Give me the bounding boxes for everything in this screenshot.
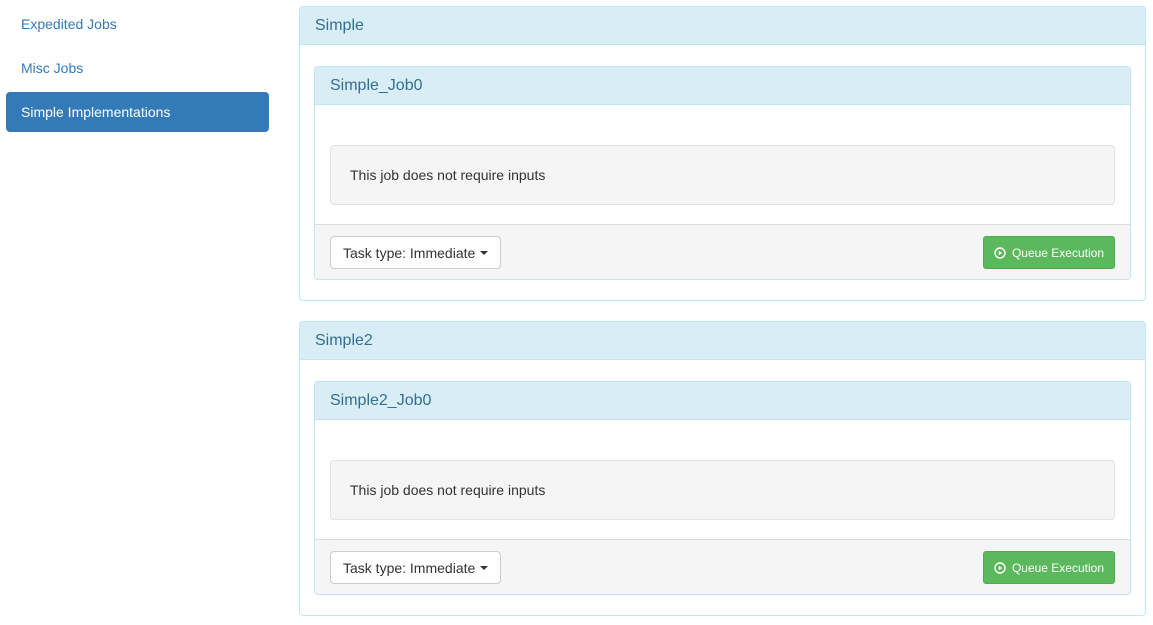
- caret-down-icon: [480, 565, 489, 570]
- task-type-dropdown[interactable]: Task type: Immediate: [330, 236, 502, 269]
- play-circle-icon: [994, 561, 1006, 574]
- queue-execution-label: Queue Execution: [1011, 560, 1104, 575]
- job-title: Simple_Job0: [315, 67, 1130, 105]
- caret-down-icon: [480, 250, 489, 255]
- job-inputs-message: This job does not require inputs: [330, 460, 1115, 520]
- play-circle-icon: [994, 246, 1006, 259]
- task-type-label: Task type: Immediate: [343, 559, 476, 576]
- sidebar-item-expedited-jobs[interactable]: Expedited Jobs: [6, 4, 269, 44]
- job-panel: Simple2_Job0 This job does not require i…: [314, 381, 1131, 595]
- job-group-panel: Simple Simple_Job0 This job does not req…: [299, 6, 1146, 301]
- queue-execution-button[interactable]: Queue Execution: [982, 551, 1115, 584]
- main-content: Simple Simple_Job0 This job does not req…: [299, 6, 1146, 616]
- job-group-title: Simple2: [300, 322, 1145, 360]
- job-group-body: Simple2_Job0 This job does not require i…: [300, 360, 1145, 595]
- task-type-label: Task type: Immediate: [343, 244, 476, 261]
- sidebar-item-misc-jobs[interactable]: Misc Jobs: [6, 48, 269, 88]
- job-panel: Simple_Job0 This job does not require in…: [314, 66, 1131, 280]
- job-group-title: Simple: [300, 7, 1145, 45]
- job-footer: Task type: Immediate Queue Execution: [315, 539, 1130, 594]
- task-type-dropdown[interactable]: Task type: Immediate: [330, 551, 502, 584]
- job-group-panel: Simple2 Simple2_Job0 This job does not r…: [299, 321, 1146, 616]
- job-body: This job does not require inputs: [315, 420, 1130, 540]
- sidebar-nav: Expedited Jobs Misc Jobs Simple Implemen…: [6, 4, 269, 136]
- job-footer: Task type: Immediate Queue Execution: [315, 224, 1130, 279]
- job-inputs-message: This job does not require inputs: [330, 145, 1115, 205]
- queue-execution-button[interactable]: Queue Execution: [982, 236, 1115, 269]
- queue-execution-label: Queue Execution: [1011, 245, 1104, 260]
- job-group-body: Simple_Job0 This job does not require in…: [300, 45, 1145, 280]
- sidebar-item-simple-implementations[interactable]: Simple Implementations: [6, 92, 269, 132]
- job-title: Simple2_Job0: [315, 382, 1130, 420]
- job-body: This job does not require inputs: [315, 105, 1130, 225]
